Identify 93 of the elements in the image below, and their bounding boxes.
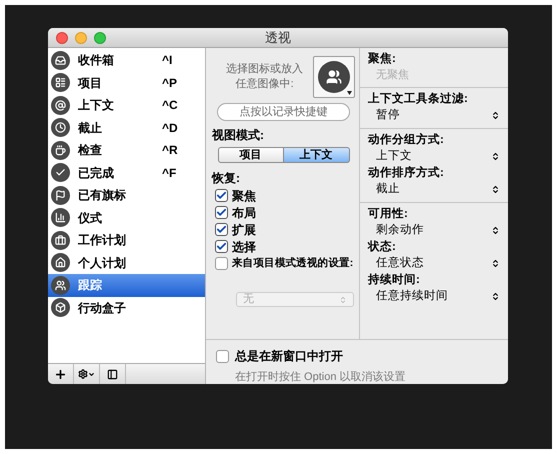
option-label: 动作分组方式: [368, 132, 445, 148]
item-label: 截止 [78, 120, 103, 137]
option-label: 动作排序方式: [368, 165, 445, 181]
checkbox[interactable] [215, 189, 228, 202]
hint-text: 在打开时按住 Option 以取消该设置 [234, 370, 407, 384]
checkbox[interactable] [215, 257, 228, 270]
view-mode-label: 视图模式: [212, 127, 265, 144]
option-label: 状态: [368, 239, 397, 255]
checkbox-label: 选择 [232, 238, 256, 256]
item-label: 检查 [78, 142, 103, 160]
briefcase-icon [51, 230, 70, 250]
option-select[interactable]: 截止 [368, 181, 500, 198]
plus-icon [54, 368, 67, 380]
bar-chart-icon [51, 208, 70, 228]
checkbox[interactable] [215, 240, 228, 253]
item-label: 已完成 [78, 164, 115, 182]
option-select[interactable]: 任意持续时间 [368, 288, 500, 305]
sidebar-item[interactable]: 个人计划 [48, 252, 205, 274]
item-label: 已有旗标 [78, 187, 127, 204]
sidebar-item[interactable]: 项目 ^P [48, 72, 205, 94]
option-label: 聚焦: [368, 51, 397, 67]
option-select[interactable]: 暂停 [368, 107, 500, 124]
checkmark-icon [51, 163, 70, 182]
view-mode-tab[interactable]: 项目 [218, 147, 284, 163]
item-label: 跟踪 [78, 277, 103, 294]
window-title: 透视 [265, 28, 291, 47]
caret-icon [347, 91, 352, 95]
checkbox-label: 扩展 [232, 222, 256, 238]
item-label: 个人计划 [78, 254, 127, 272]
zoom-button[interactable] [94, 32, 106, 44]
checkbox[interactable] [215, 223, 228, 236]
sidebar-item[interactable]: 行动盒子 [48, 296, 205, 319]
stepper-icon [491, 259, 500, 268]
icon-well[interactable] [313, 56, 355, 98]
at-sign-icon [51, 96, 70, 115]
flag-icon [51, 186, 70, 205]
people-icon [318, 61, 350, 93]
checkbox[interactable] [215, 206, 228, 219]
sidebar-item[interactable]: 工作计划 [48, 229, 205, 252]
item-label: 行动盒子 [78, 300, 127, 317]
checkbox-label: 聚焦 [232, 188, 256, 204]
shortcut-label: ^C [162, 97, 178, 114]
checkbox-label: 总是在新窗口中打开 [235, 348, 343, 365]
option-label: 持续时间: [368, 272, 421, 288]
item-label: 收件箱 [78, 52, 115, 70]
stepper-icon [491, 152, 500, 161]
shortcut-label: ^I [162, 52, 172, 70]
item-label: 工作计划 [78, 232, 127, 250]
sidebar-panel-icon [107, 368, 118, 380]
sidebar-item[interactable]: 已完成 ^F [48, 162, 205, 184]
close-button[interactable] [56, 32, 68, 44]
shortcut-label: ^P [162, 74, 178, 92]
option-select[interactable]: 任意状态 [368, 255, 500, 272]
item-label: 项目 [78, 74, 103, 92]
people-icon [51, 276, 70, 295]
shortcut-label: ^F [162, 164, 176, 182]
option-label: 可用性: [368, 206, 409, 222]
item-label: 仪式 [78, 210, 103, 227]
option-label: 上下文工具条过滤: [368, 91, 469, 107]
view-mode-tab[interactable]: 上下文 [284, 147, 350, 163]
list-icon [51, 73, 70, 92]
checkbox-label: 布局 [232, 204, 256, 222]
checkbox-label: 来自项目模式透视的设置: [232, 256, 353, 271]
sidebar-item[interactable]: 检查 ^R [48, 139, 205, 162]
stepper-icon [491, 226, 500, 235]
option-value: 无聚焦 [375, 68, 410, 83]
restore-label: 恢复: [212, 170, 241, 187]
tray-icon [51, 50, 70, 70]
caret-icon [88, 370, 95, 378]
sidebar-item[interactable]: 跟踪 [48, 274, 205, 296]
stepper-icon [491, 292, 500, 301]
clock-icon [51, 118, 70, 138]
option-select[interactable]: 上下文 [368, 148, 500, 165]
option-select[interactable]: 剩余动作 [368, 222, 500, 239]
icon-picker-label: 选择图标或放入 [226, 62, 304, 77]
sidebar-item[interactable]: 上下文 ^C [48, 94, 205, 116]
box-icon [51, 298, 70, 318]
settings-icon [78, 369, 88, 379]
record-shortcut-button[interactable]: 点按以记录快捷键 [217, 103, 350, 121]
sidebar-item[interactable]: 已有旗标 [48, 184, 205, 206]
cup-icon [51, 140, 70, 160]
item-label: 上下文 [78, 97, 115, 114]
checkbox[interactable] [216, 350, 229, 362]
sidebar-item[interactable]: 收件箱 ^I [48, 49, 205, 72]
stepper-icon [491, 185, 500, 194]
stepper-icon [339, 296, 347, 304]
stepper-icon [491, 111, 500, 120]
shortcut-label: ^R [162, 142, 178, 160]
shortcut-label: ^D [162, 120, 178, 137]
icon-picker-label: 任意图像中: [236, 77, 294, 92]
house-icon [51, 253, 70, 272]
sidebar-item[interactable]: 仪式 [48, 206, 205, 229]
sidebar-item[interactable]: 截止 ^D [48, 116, 205, 139]
